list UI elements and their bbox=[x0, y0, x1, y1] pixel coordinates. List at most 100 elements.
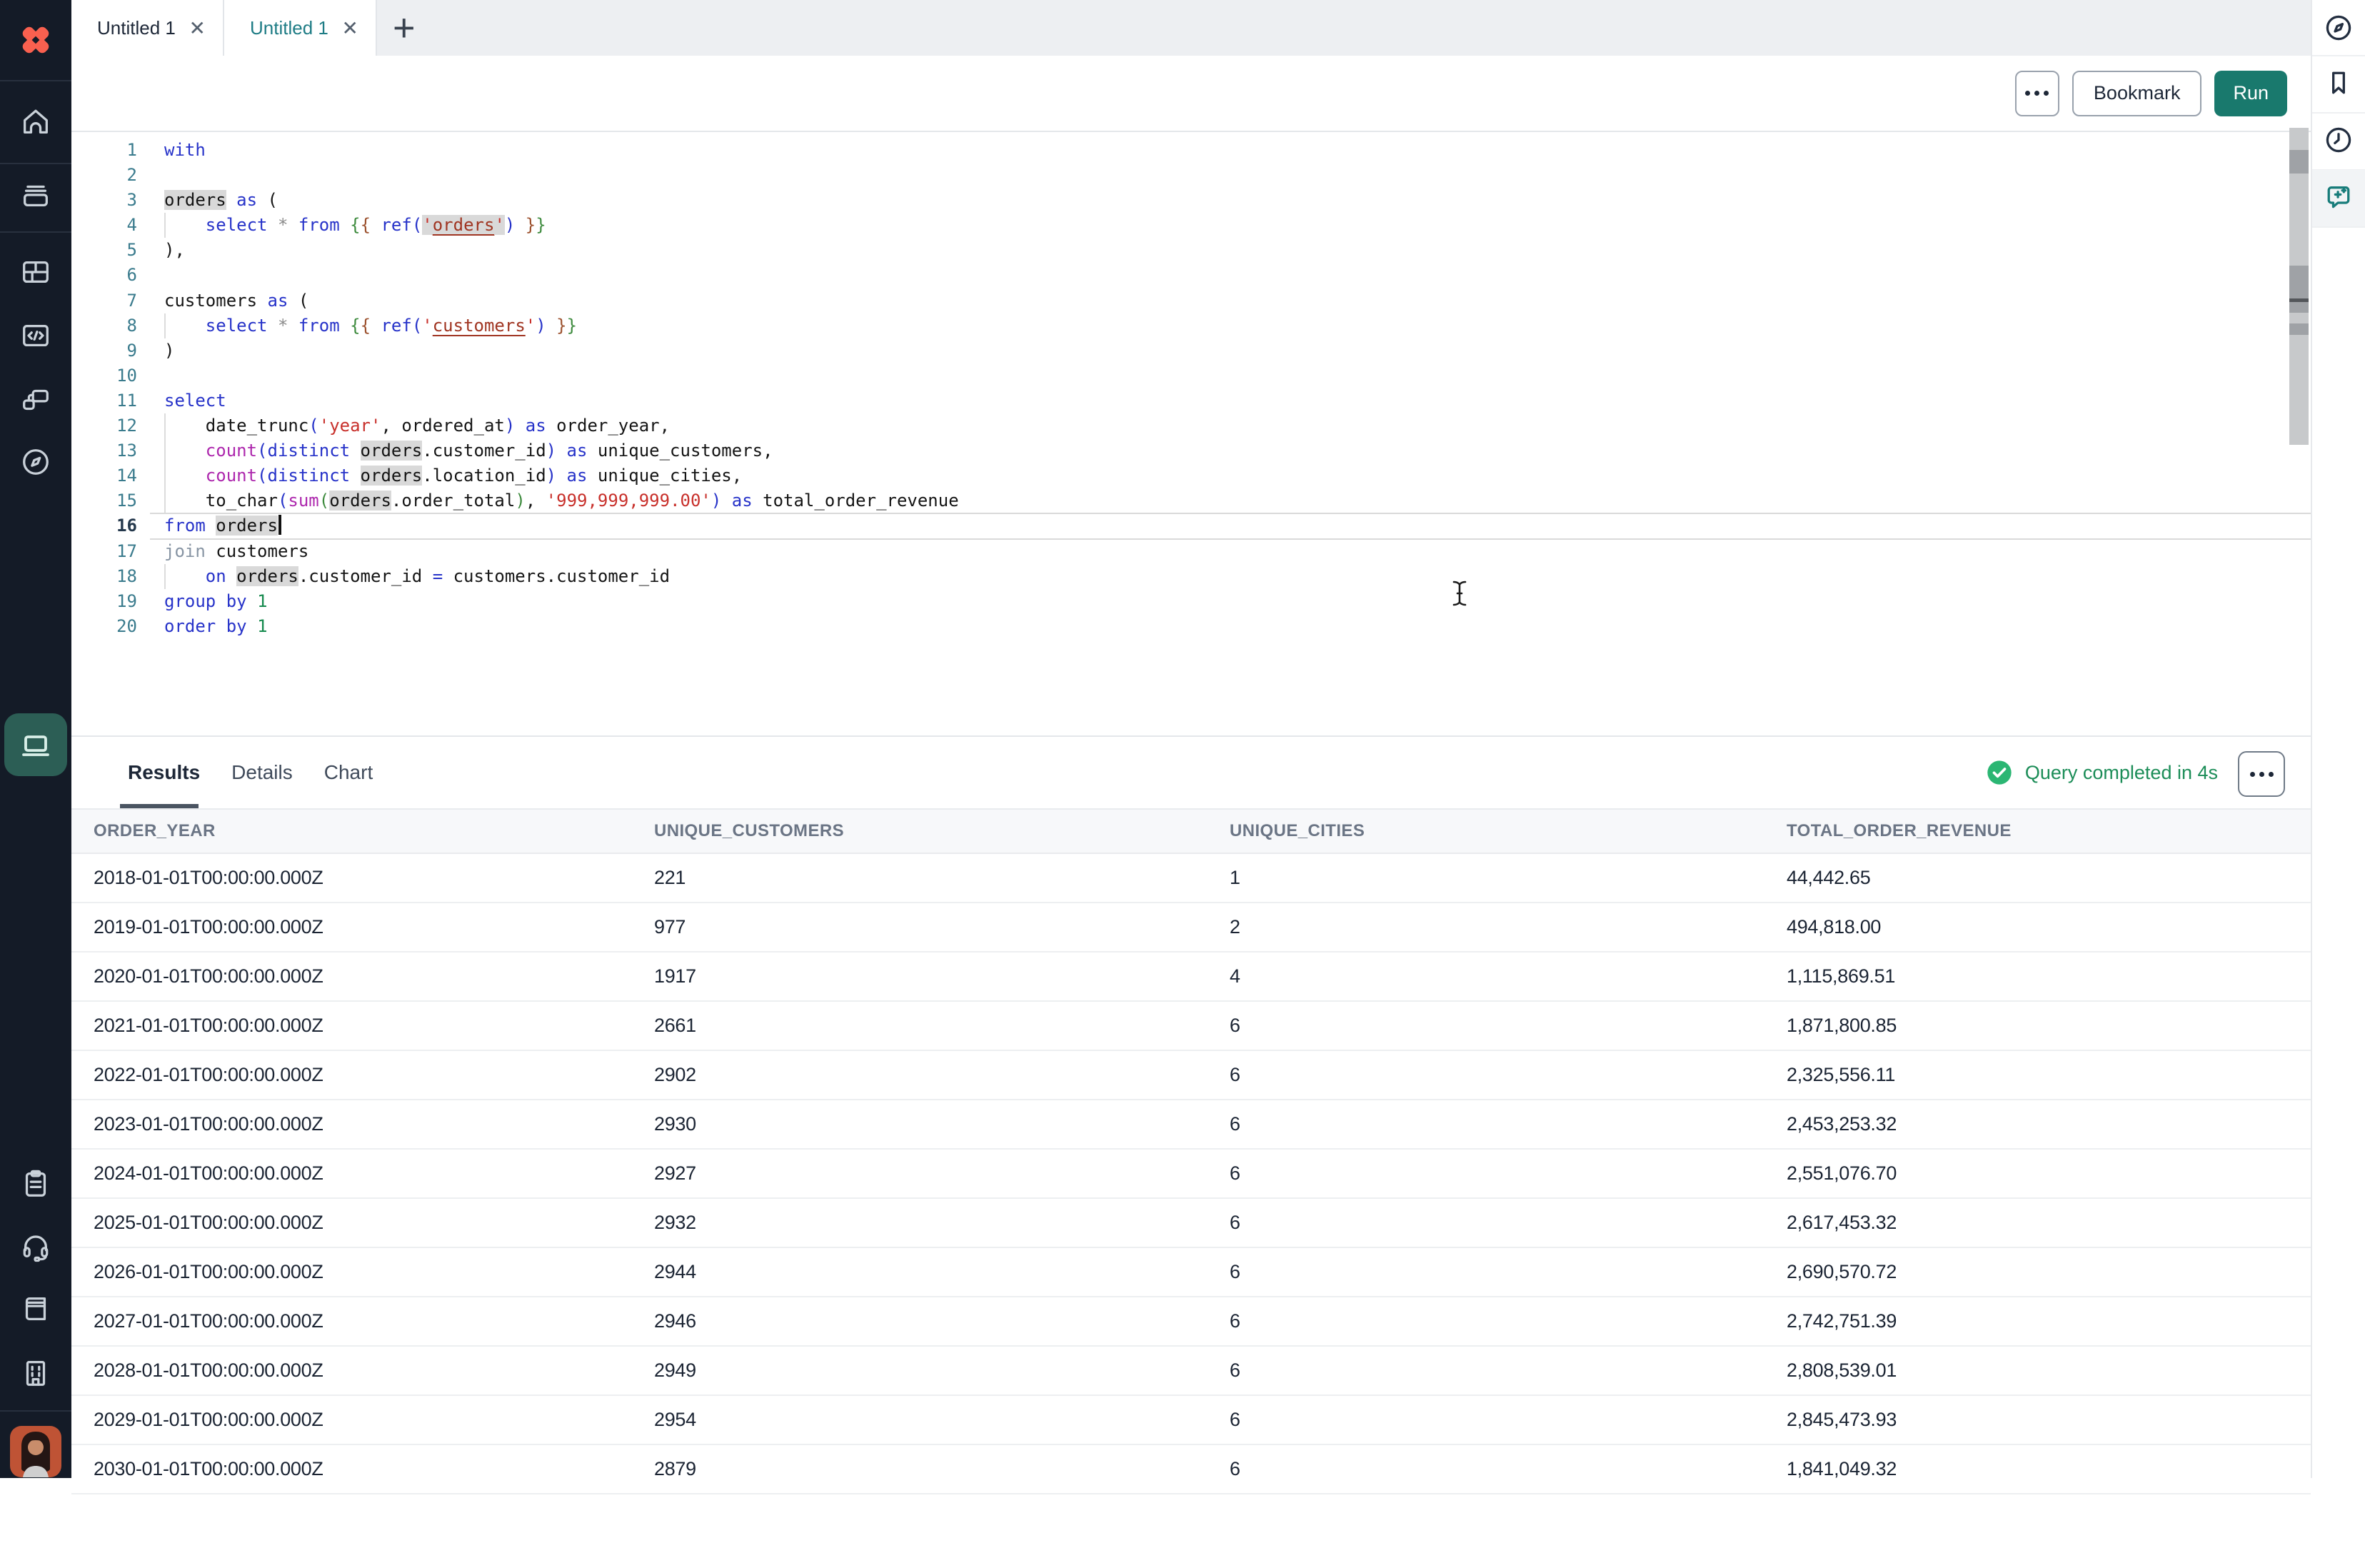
table-row[interactable]: 2029-01-01T00:00:00.000Z295462,845,473.9… bbox=[71, 1396, 2311, 1445]
divider bbox=[2312, 112, 2365, 114]
toolbar: Bookmark Run bbox=[71, 56, 2311, 132]
projects-tray-icon[interactable] bbox=[19, 178, 52, 211]
table-row[interactable]: 2020-01-01T00:00:00.000Z191741,115,869.5… bbox=[71, 953, 2311, 1002]
table-cell: 2,690,570.72 bbox=[1787, 1261, 2311, 1283]
support-headset-icon[interactable] bbox=[19, 1230, 52, 1263]
sql-editor[interactable]: 1with23orders as (4 select * from {{ ref… bbox=[71, 132, 2311, 735]
table-row[interactable]: 2019-01-01T00:00:00.000Z9772494,818.00 bbox=[71, 903, 2311, 953]
code-line-3[interactable]: 3orders as ( bbox=[71, 188, 2311, 213]
templates-grid-icon[interactable] bbox=[19, 256, 52, 288]
text-caret bbox=[278, 515, 281, 535]
code-line-10[interactable]: 10 bbox=[71, 363, 2311, 388]
table-body: 2018-01-01T00:00:00.000Z221144,442.65201… bbox=[71, 854, 2311, 1568]
table-cell: 6 bbox=[1230, 1310, 1787, 1332]
components-icon[interactable] bbox=[19, 383, 52, 416]
ellipsis-icon bbox=[2250, 772, 2274, 777]
code-line-5[interactable]: 5), bbox=[71, 238, 2311, 263]
ai-chat-icon[interactable] bbox=[2323, 182, 2354, 213]
run-button[interactable]: Run bbox=[2214, 71, 2287, 116]
table-cell: 6 bbox=[1230, 1409, 1787, 1431]
bookmark-button[interactable]: Bookmark bbox=[2072, 71, 2202, 116]
docs-book-icon[interactable] bbox=[19, 1292, 52, 1325]
history-clock-icon[interactable] bbox=[2323, 124, 2354, 156]
table-cell: 2025-01-01T00:00:00.000Z bbox=[94, 1212, 654, 1234]
table-row[interactable]: 2021-01-01T00:00:00.000Z266161,871,800.8… bbox=[71, 1002, 2311, 1051]
overview-ruler-scrollbar[interactable] bbox=[2289, 128, 2309, 445]
tab-bar: Untitled 1 ✕ Untitled 1 ✕ + bbox=[71, 0, 2311, 56]
code-line-19[interactable]: 19group by 1 bbox=[71, 589, 2311, 614]
code-line-8[interactable]: 8 select * from {{ ref('customers') }} bbox=[71, 313, 2311, 338]
table-row[interactable]: 2023-01-01T00:00:00.000Z293062,453,253.3… bbox=[71, 1100, 2311, 1150]
right-sidebar bbox=[2311, 0, 2365, 1478]
code-lines: 1with23orders as (4 select * from {{ ref… bbox=[71, 138, 2311, 639]
tab-untitled-1[interactable]: Untitled 1 ✕ bbox=[71, 0, 224, 56]
code-line-18[interactable]: 18 on orders.customer_id = customers.cus… bbox=[71, 564, 2311, 589]
tab-results[interactable]: Results bbox=[128, 761, 200, 784]
more-options-button[interactable] bbox=[2015, 71, 2059, 116]
explore-compass-icon[interactable] bbox=[19, 446, 52, 478]
code-line-6[interactable]: 6 bbox=[71, 263, 2311, 288]
table-row[interactable]: 2025-01-01T00:00:00.000Z293262,617,453.3… bbox=[71, 1199, 2311, 1248]
bookmark-icon[interactable] bbox=[2323, 67, 2354, 99]
code-line-15[interactable]: 15 to_char(sum(orders.order_total), '999… bbox=[71, 488, 2311, 513]
query-status-text: Query completed in 4s bbox=[2025, 762, 2218, 784]
code-line-4[interactable]: 4 select * from {{ ref('orders') }} bbox=[71, 213, 2311, 238]
table-row[interactable]: 2026-01-01T00:00:00.000Z294462,690,570.7… bbox=[71, 1248, 2311, 1297]
table-cell: 1,115,869.51 bbox=[1787, 965, 2311, 987]
column-header[interactable]: UNIQUE_CITIES bbox=[1230, 821, 1787, 841]
table-row[interactable]: 2028-01-01T00:00:00.000Z294962,808,539.0… bbox=[71, 1347, 2311, 1396]
close-icon[interactable]: ✕ bbox=[342, 16, 358, 40]
code-window-icon[interactable] bbox=[19, 319, 52, 352]
table-cell: 2,551,076.70 bbox=[1787, 1162, 2311, 1185]
table-cell: 2954 bbox=[654, 1409, 1230, 1431]
column-header[interactable]: TOTAL_ORDER_REVENUE bbox=[1787, 821, 2311, 841]
table-cell: 2879 bbox=[654, 1458, 1230, 1480]
tab-chart[interactable]: Chart bbox=[324, 761, 373, 784]
column-header[interactable]: UNIQUE_CUSTOMERS bbox=[654, 821, 1230, 841]
table-cell: 1 bbox=[1230, 867, 1787, 889]
table-row[interactable]: 2024-01-01T00:00:00.000Z292762,551,076.7… bbox=[71, 1150, 2311, 1199]
tab-label: Untitled 1 bbox=[250, 17, 328, 39]
code-line-14[interactable]: 14 count(distinct orders.location_id) as… bbox=[71, 463, 2311, 488]
laptop-icon bbox=[19, 728, 53, 762]
code-line-2[interactable]: 2 bbox=[71, 163, 2311, 188]
code-line-16[interactable]: 16from orders bbox=[71, 513, 2311, 538]
table-row[interactable]: 2018-01-01T00:00:00.000Z221144,442.65 bbox=[71, 854, 2311, 903]
check-circle-icon bbox=[1985, 758, 2014, 787]
table-cell: 2930 bbox=[654, 1113, 1230, 1135]
code-line-13[interactable]: 13 count(distinct orders.customer_id) as… bbox=[71, 438, 2311, 463]
table-row[interactable]: 2027-01-01T00:00:00.000Z294662,742,751.3… bbox=[71, 1297, 2311, 1347]
table-cell: 2,845,473.93 bbox=[1787, 1409, 2311, 1431]
line-number: 18 bbox=[71, 564, 137, 589]
table-cell: 2 bbox=[1230, 916, 1787, 938]
code-line-11[interactable]: 11select bbox=[71, 388, 2311, 413]
table-cell: 1,841,049.32 bbox=[1787, 1458, 2311, 1480]
tab-details[interactable]: Details bbox=[231, 761, 293, 784]
workspace-laptop-item-active[interactable] bbox=[4, 713, 67, 776]
code-line-7[interactable]: 7customers as ( bbox=[71, 288, 2311, 313]
line-number: 4 bbox=[71, 213, 137, 238]
user-avatar[interactable] bbox=[10, 1426, 61, 1477]
organization-building-icon[interactable] bbox=[19, 1357, 52, 1389]
results-more-button[interactable] bbox=[2238, 751, 2285, 797]
line-number: 6 bbox=[71, 263, 137, 288]
compass-icon[interactable] bbox=[2323, 12, 2354, 44]
home-icon[interactable] bbox=[19, 105, 52, 138]
table-row[interactable]: 2022-01-01T00:00:00.000Z290262,325,556.1… bbox=[71, 1051, 2311, 1100]
clipboard-icon[interactable] bbox=[19, 1167, 52, 1200]
code-line-9[interactable]: 9) bbox=[71, 338, 2311, 363]
line-number: 9 bbox=[71, 338, 137, 363]
table-cell: 1917 bbox=[654, 965, 1230, 987]
code-line-12[interactable]: 12 date_trunc('year', ordered_at) as ord… bbox=[71, 413, 2311, 438]
tab-untitled-2[interactable]: Untitled 1 ✕ bbox=[224, 0, 377, 56]
line-number: 16 bbox=[71, 513, 137, 538]
code-line-20[interactable]: 20order by 1 bbox=[71, 614, 2311, 639]
column-header[interactable]: ORDER_YEAR bbox=[94, 821, 654, 841]
new-tab-button[interactable]: + bbox=[393, 9, 416, 47]
code-line-17[interactable]: 17join customers bbox=[71, 539, 2311, 564]
code-line-1[interactable]: 1with bbox=[71, 138, 2311, 163]
table-row[interactable]: 2030-01-01T00:00:00.000Z287961,841,049.3… bbox=[71, 1445, 2311, 1494]
table-cell: 2932 bbox=[654, 1212, 1230, 1234]
close-icon[interactable]: ✕ bbox=[189, 16, 206, 40]
hex-logo[interactable] bbox=[0, 0, 71, 80]
